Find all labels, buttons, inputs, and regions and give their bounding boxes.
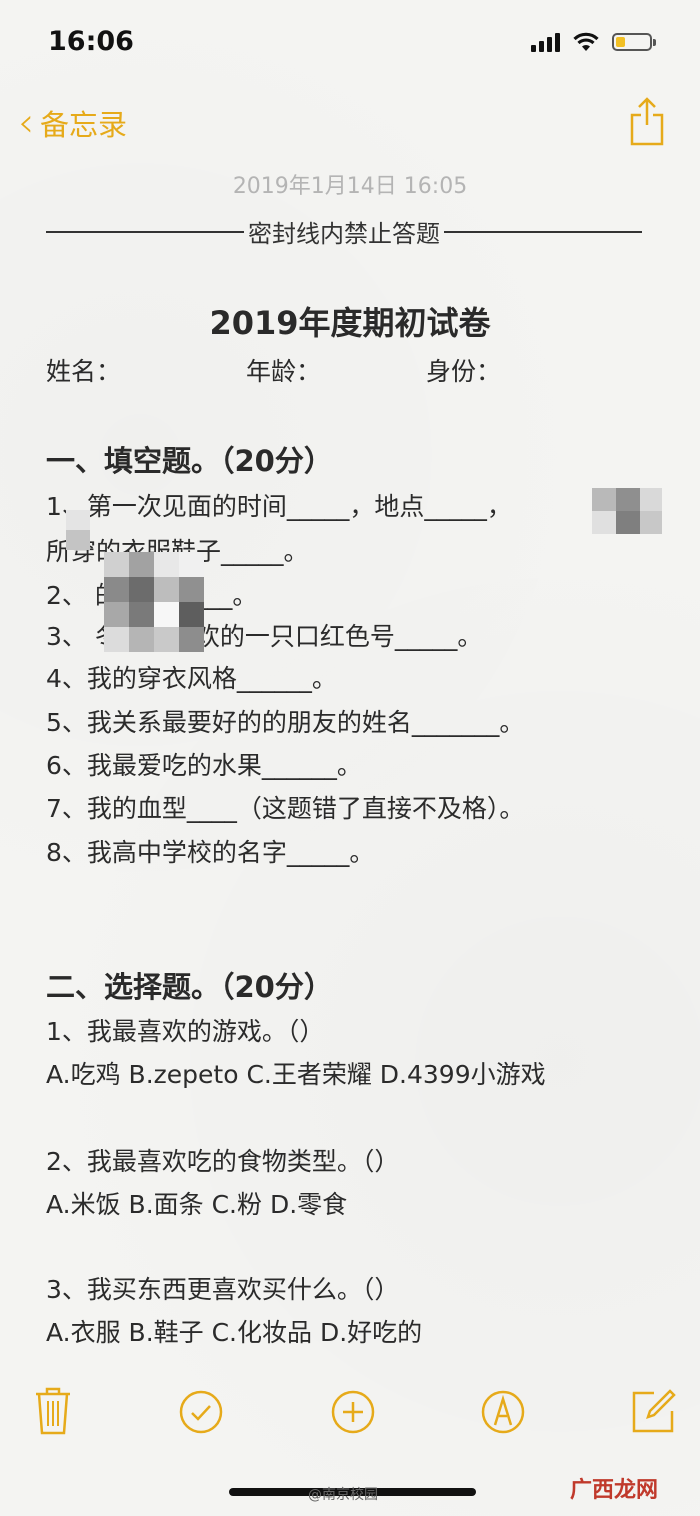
question-line: 4、我的穿衣风格______。 [46, 664, 337, 693]
add-icon[interactable] [330, 1389, 376, 1435]
info-fields: 姓名： 年龄： 身份： [46, 352, 666, 386]
divider [46, 230, 244, 233]
question-line: 2、我最喜欢吃的食物类型。（） [46, 1147, 400, 1176]
option-line: A.米饭 B.面条 C.粉 D.零食 [46, 1190, 348, 1219]
back-label: 备忘录 [40, 108, 128, 142]
question-line: 1、我最喜欢的游戏。（） [46, 1017, 325, 1046]
section-heading: 二、选择题。（20分） [46, 970, 333, 1004]
note-date: 2019年1月14日 16:05 [232, 174, 468, 199]
back-button[interactable]: ‹ 备忘录 [18, 102, 127, 144]
pixelated-redaction [66, 510, 90, 550]
pixelated-redaction [104, 552, 204, 652]
wifi-icon [573, 32, 599, 51]
checklist-icon[interactable] [178, 1389, 224, 1435]
seal-line: 密封线内禁止答题 [46, 214, 642, 249]
question-line: 1、第一次见面的时间_____，地点_____， [46, 492, 512, 521]
option-line: A.衣服 B.鞋子 C.化妆品 D.好吃的 [46, 1318, 423, 1347]
field-age: 年龄： [246, 357, 322, 386]
weibo-watermark: @南京校园 [308, 1487, 378, 1503]
compose-icon[interactable] [630, 1387, 678, 1435]
chevron-left-icon: ‹ [18, 100, 34, 146]
markup-icon[interactable] [480, 1389, 526, 1435]
option-line: A.吃鸡 B.zepeto C.王者荣耀 D.4399小游戏 [46, 1060, 546, 1089]
section-heading: 一、填空题。（20分） [46, 444, 333, 478]
trash-icon[interactable] [34, 1386, 72, 1436]
question-line: 7、我的血型____（这题错了直接不及格）。 [46, 794, 525, 823]
field-identity: 身份： [426, 357, 502, 386]
pixelated-redaction [592, 488, 662, 534]
question-line: 8、我高中学校的名字_____。 [46, 838, 375, 867]
question-line: 3、我买东西更喜欢买什么。（） [46, 1275, 400, 1304]
status-time: 16:06 [48, 26, 134, 57]
signal-icon [531, 32, 560, 52]
seal-text: 密封线内禁止答题 [248, 220, 440, 248]
site-watermark: 广西龙网 [570, 1478, 659, 1503]
divider [444, 230, 642, 233]
battery-icon [612, 33, 656, 51]
question-line: 6、我最爱吃的水果______。 [46, 751, 362, 780]
page-title: 2019年度期初试卷 [209, 304, 491, 342]
question-line: 5、我关系最要好的的朋友的姓名_______。 [46, 708, 525, 737]
share-icon[interactable] [628, 95, 666, 147]
field-name: 姓名： [46, 357, 122, 386]
status-icons [531, 32, 656, 52]
